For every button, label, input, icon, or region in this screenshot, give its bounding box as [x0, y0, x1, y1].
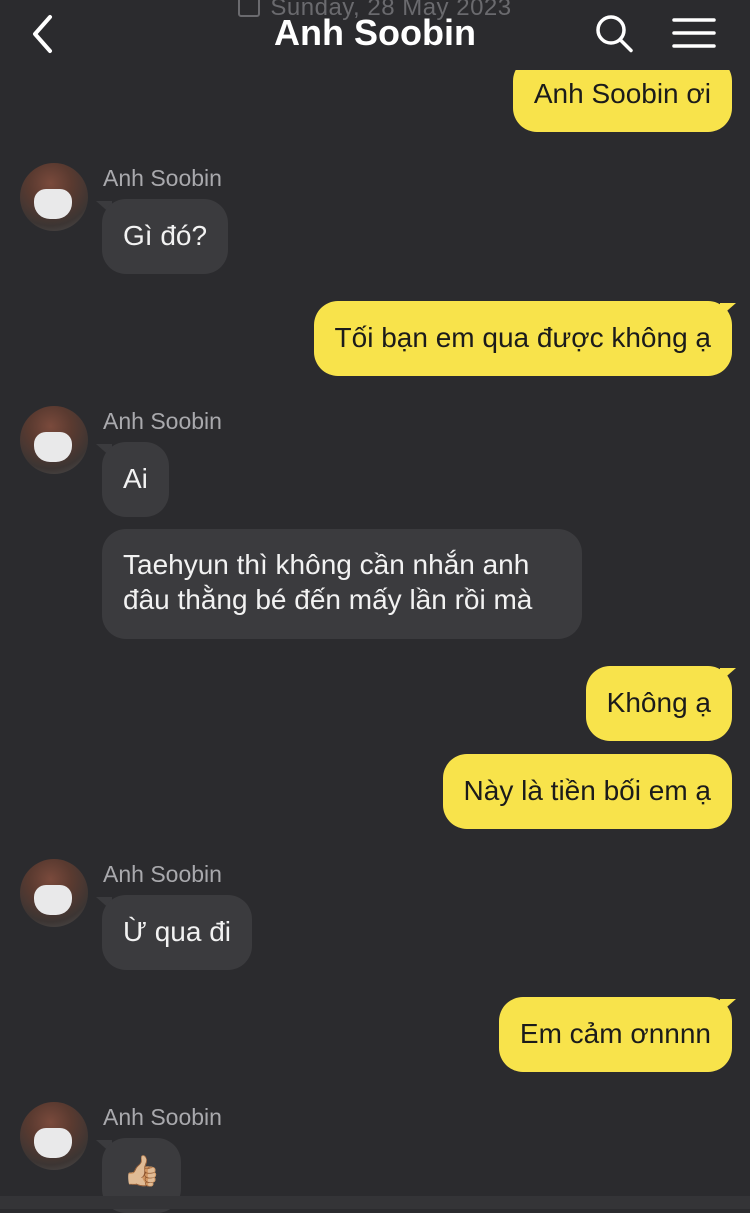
avatar[interactable]	[20, 406, 88, 474]
message-text: Ai	[123, 463, 148, 494]
message-bubble-incoming[interactable]: Ai	[102, 442, 169, 517]
bubble-tail	[720, 303, 736, 317]
search-button[interactable]	[594, 14, 634, 54]
message-text: Gì đó?	[123, 220, 208, 251]
search-icon	[596, 15, 633, 53]
thumbs-up-emoji: 👍🏼	[123, 1155, 161, 1188]
message-text: Em cảm ơnnnn	[519, 1018, 711, 1049]
message-bubble-incoming[interactable]: Taehyun thì không cần nhắn anh đâu thằng…	[102, 529, 582, 639]
avatar[interactable]	[20, 859, 88, 927]
sender-name: Anh Soobin	[103, 165, 222, 191]
message-text: Không ạ	[606, 687, 711, 718]
message-input-bar[interactable]	[0, 1196, 750, 1209]
message-text: Này là tiền bối em ạ	[463, 775, 711, 806]
message-text: Tối bạn em qua được không ạ	[334, 322, 711, 353]
message-bubble-outgoing[interactable]: Không ạ	[585, 666, 732, 741]
message-text-line: đâu thằng bé đến mấy lần rồi mà	[123, 584, 533, 615]
hamburger-menu-icon	[672, 18, 716, 48]
sender-name: Anh Soobin	[103, 408, 222, 434]
message-list[interactable]: Anh Soobin ơi Anh Soobin Gì đó? Tối bạn …	[0, 0, 750, 1213]
bubble-tail	[720, 668, 736, 682]
message-bubble-outgoing[interactable]: Này là tiền bối em ạ	[442, 754, 732, 829]
menu-button[interactable]	[672, 16, 716, 52]
message-text-line: Taehyun thì không cần nhắn anh	[123, 549, 530, 580]
message-bubble-incoming[interactable]: Ừ qua đi	[102, 895, 252, 970]
avatar[interactable]	[20, 163, 88, 231]
page-title: Anh Soobin	[274, 12, 476, 53]
bubble-tail	[720, 999, 736, 1013]
message-text: Ừ qua đi	[123, 916, 231, 947]
message-bubble-incoming[interactable]: Gì đó?	[102, 199, 229, 274]
message-bubble-outgoing[interactable]: Tối bạn em qua được không ạ	[313, 301, 732, 376]
sender-name: Anh Soobin	[103, 1104, 222, 1130]
message-bubble-outgoing[interactable]: Em cảm ơnnnn	[498, 997, 732, 1072]
avatar[interactable]	[20, 1102, 88, 1170]
sender-name: Anh Soobin	[103, 861, 222, 887]
message-text: Anh Soobin ơi	[533, 78, 711, 109]
